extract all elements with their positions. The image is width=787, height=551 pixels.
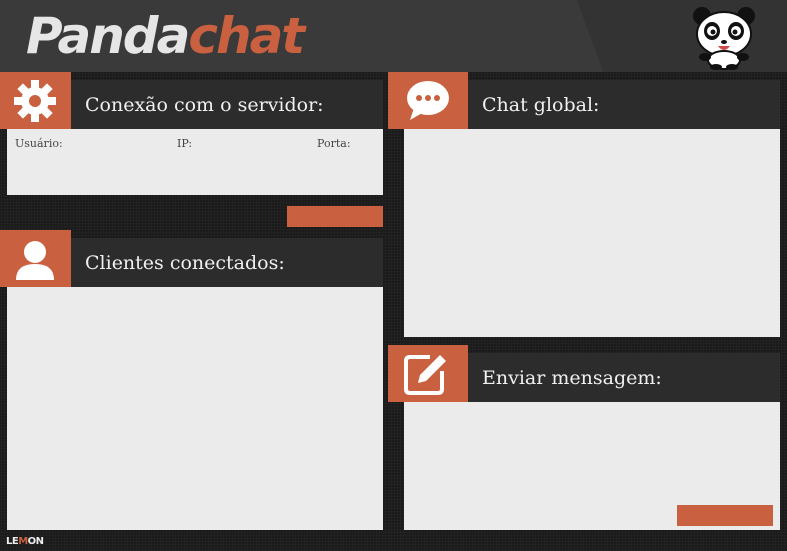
clients-icon-tile [0,230,71,287]
footer-brand-end: ON [27,536,44,547]
ip-label: IP: [177,137,193,150]
logo-text-chat: chat [188,7,305,65]
send-section-title: Enviar mensagem: [468,353,780,402]
chat-section-title: Chat global: [468,80,780,129]
user-label: Usuário: [15,137,63,150]
logo-text-panda: Panda [26,7,190,65]
server-form: Usuário: IP: Porta: [7,129,383,195]
app-logo: Pandachat [26,4,305,68]
footer-brand-mid: M [18,536,28,547]
clients-list[interactable] [7,287,383,530]
footer-brand-logo: LEMON [6,536,44,547]
edit-icon [404,355,446,395]
chat-messages[interactable] [404,129,780,337]
server-icon-tile [0,72,71,129]
app-header: Pandachat [0,0,787,72]
port-label: Porta: [317,137,351,150]
user-icon [16,241,54,280]
panda-mascot-icon [693,7,755,70]
clients-section-title: Clientes conectados: [71,238,383,287]
chat-icon-tile [388,72,468,129]
footer-brand-start: LE [6,536,19,547]
connect-button[interactable] [287,206,383,227]
server-section-title: Conexão com o servidor: [71,80,383,129]
send-button[interactable] [677,505,773,526]
gear-icon [14,80,56,122]
send-icon-tile [388,345,468,402]
speech-bubble-icon [407,81,449,120]
